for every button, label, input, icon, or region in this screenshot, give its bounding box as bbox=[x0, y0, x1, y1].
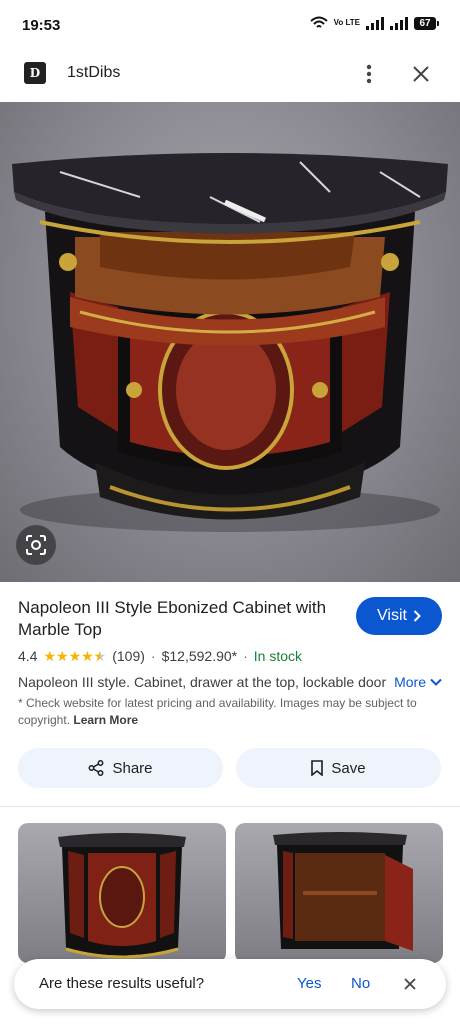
volte-label: Vo LTE bbox=[333, 18, 360, 27]
feedback-question: Are these results useful? bbox=[39, 975, 205, 992]
signal-icon bbox=[390, 16, 408, 30]
next-result-peek bbox=[232, 1010, 452, 1024]
product-image[interactable]: dubizzle bbox=[0, 102, 460, 582]
more-button[interactable]: More bbox=[394, 674, 442, 690]
visit-label: Visit bbox=[377, 607, 407, 624]
price: $12,592.90* bbox=[161, 648, 238, 664]
disclaimer: * Check website for latest pricing and a… bbox=[18, 695, 443, 729]
chevron-right-icon bbox=[413, 610, 421, 622]
review-count: (109) bbox=[112, 648, 145, 664]
related-image-thumbnail[interactable] bbox=[235, 823, 443, 963]
chevron-down-icon bbox=[430, 678, 442, 686]
star-rating: ★★★★★ bbox=[43, 648, 106, 665]
share-icon bbox=[89, 760, 104, 776]
description-row: Napoleon III style. Cabinet, drawer at t… bbox=[18, 672, 442, 692]
close-icon bbox=[404, 978, 416, 990]
share-button[interactable]: Share bbox=[18, 748, 223, 788]
wifi-icon bbox=[309, 16, 328, 28]
feedback-close-button[interactable] bbox=[400, 974, 420, 994]
feedback-yes-button[interactable]: Yes bbox=[297, 975, 321, 992]
status-time: 19:53 bbox=[22, 17, 61, 34]
rating-value: 4.4 bbox=[18, 648, 38, 664]
site-logo: D bbox=[24, 62, 46, 84]
description: Napoleon III style. Cabinet, drawer at t… bbox=[18, 674, 387, 690]
rating-row: 4.4 ★★★★★ (109) · $12,592.90* · In stock bbox=[18, 646, 302, 666]
save-label: Save bbox=[331, 759, 366, 777]
feedback-no-button[interactable]: No bbox=[351, 975, 370, 992]
related-image-thumbnail[interactable] bbox=[18, 823, 226, 963]
cabinet-thumbnail bbox=[58, 833, 186, 959]
share-label: Share bbox=[112, 759, 153, 777]
signal-icon bbox=[366, 16, 384, 30]
lens-icon bbox=[26, 535, 46, 555]
app-header: D 1stDibs bbox=[0, 52, 460, 98]
battery-icon: 67 bbox=[414, 16, 439, 30]
status-icons: Vo LTE 67 bbox=[309, 16, 439, 30]
half-star-icon: ★ bbox=[94, 648, 107, 664]
separator-dot: · bbox=[243, 648, 248, 664]
separator-dot: · bbox=[150, 648, 156, 664]
divider bbox=[0, 806, 460, 807]
site-name: 1stDibs bbox=[67, 64, 121, 81]
status-bar: 19:53 Vo LTE 67 bbox=[0, 0, 460, 52]
feedback-bar: Are these results useful? Yes No bbox=[14, 959, 446, 1009]
save-button[interactable]: Save bbox=[236, 748, 441, 788]
close-button[interactable] bbox=[407, 60, 435, 88]
cabinet-illustration bbox=[12, 153, 448, 532]
learn-more-link[interactable]: Learn More bbox=[73, 713, 138, 727]
more-options-button[interactable] bbox=[356, 60, 382, 88]
product-title[interactable]: Napoleon III Style Ebonized Cabinet with… bbox=[18, 597, 338, 641]
more-vert-icon bbox=[366, 64, 372, 84]
close-icon bbox=[413, 66, 429, 82]
cabinet-thumbnail bbox=[273, 832, 413, 951]
visit-button[interactable]: Visit bbox=[356, 597, 442, 635]
more-label: More bbox=[394, 674, 426, 690]
stock-status: In stock bbox=[253, 648, 303, 664]
bookmark-icon bbox=[311, 760, 324, 776]
lens-button[interactable] bbox=[16, 525, 56, 565]
